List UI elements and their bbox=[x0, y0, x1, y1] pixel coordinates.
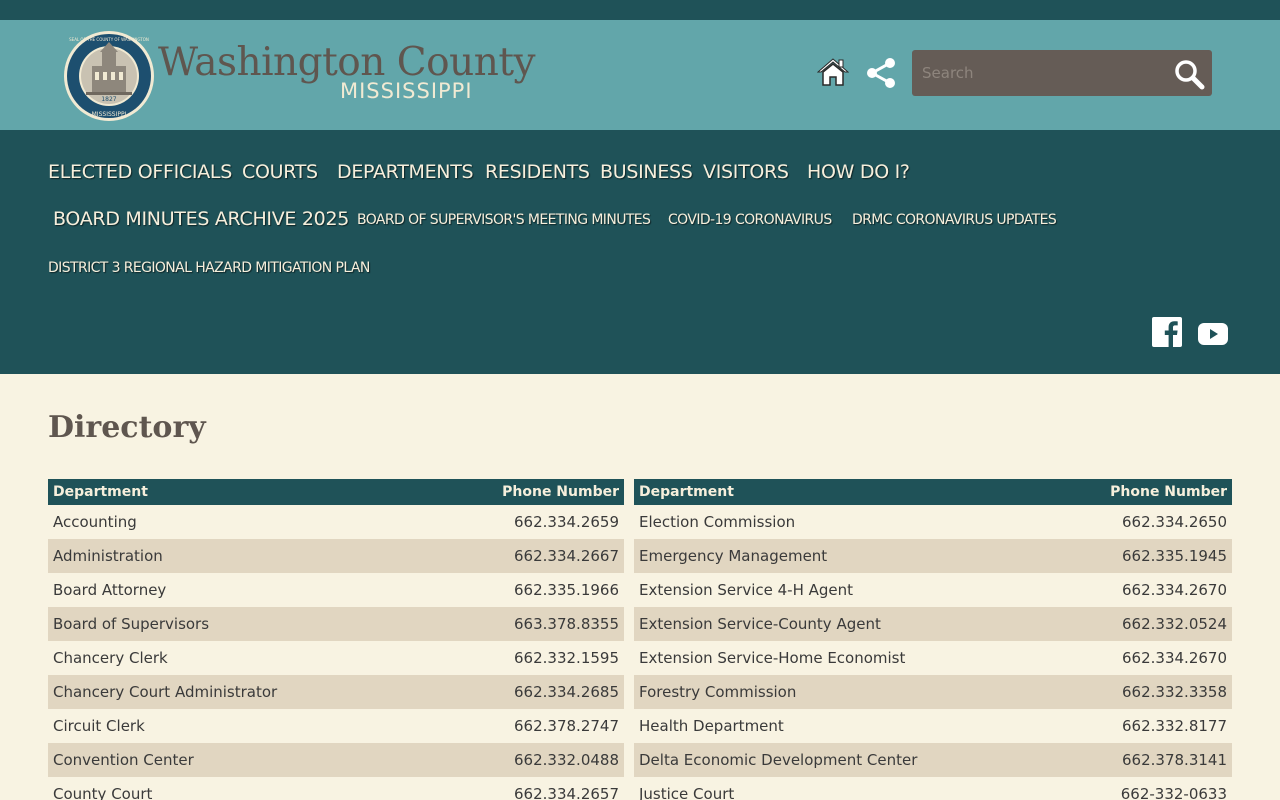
column-header-department: Department bbox=[634, 479, 1034, 505]
table-row: Accounting 662.334.2659 bbox=[48, 505, 624, 539]
department-cell: Board of Supervisors bbox=[48, 607, 428, 641]
county-seal-logo[interactable]: 1827 MISSISSIPPI SEAL OF THE COUNTY OF W… bbox=[62, 30, 156, 122]
nav-item-hazard-mitigation-plan[interactable]: DISTRICT 3 REGIONAL HAZARD MITIGATION PL… bbox=[48, 260, 370, 276]
nav-item-residents[interactable]: RESIDENTS bbox=[485, 161, 590, 183]
department-cell: Chancery Clerk bbox=[53, 649, 168, 667]
share-icon[interactable] bbox=[864, 56, 898, 90]
table-row: Convention Center 662.332.0488 bbox=[48, 743, 624, 777]
table-row: County Court 662.334.2657 bbox=[48, 777, 624, 800]
department-cell: County Court bbox=[53, 785, 153, 800]
table-row: Emergency Management 662.335.1945 bbox=[634, 539, 1232, 573]
department-cell: Accounting bbox=[53, 513, 137, 531]
table-row: Extension Service-County Agent 662.332.05… bbox=[634, 607, 1232, 641]
nav-item-how-do-i[interactable]: HOW DO I? bbox=[807, 161, 910, 183]
phone-cell[interactable]: 662.332.0524 bbox=[1034, 607, 1232, 641]
phone-cell[interactable]: 662.334.2670 bbox=[1034, 641, 1232, 675]
table-row: Administration 662.334.2667 bbox=[48, 539, 624, 573]
nav-item-board-minutes-archive[interactable]: BOARD MINUTES ARCHIVE 2025 bbox=[53, 208, 349, 230]
table-row: Extension Service-Home Economist 662.334.… bbox=[634, 641, 1232, 675]
search-bar bbox=[912, 50, 1212, 96]
top-strip bbox=[0, 0, 1280, 20]
main-nav: ELECTED OFFICIALS COURTS DEPARTMENTS RES… bbox=[0, 130, 1280, 374]
department-cell: Election Commission bbox=[639, 513, 796, 531]
nav-item-departments[interactable]: DEPARTMENTS bbox=[337, 161, 474, 183]
phone-cell[interactable]: 662.334.2685 bbox=[428, 675, 624, 709]
department-cell: Convention Center bbox=[48, 743, 428, 777]
directory-table-left: Department Phone Number Accounting 662.33… bbox=[48, 479, 624, 800]
table-row: Justice Court 662-332-0633 bbox=[634, 777, 1232, 800]
department-cell: Administration bbox=[48, 539, 428, 573]
page-title: Directory bbox=[48, 410, 206, 445]
table-row: Circuit Clerk 662.378.2747 bbox=[48, 709, 624, 743]
table-header-row: Department Phone Number bbox=[634, 479, 1232, 505]
department-cell: Extension Service-County Agent bbox=[634, 607, 1034, 641]
phone-cell[interactable]: 662.334.2667 bbox=[428, 539, 624, 573]
nav-item-covid-19[interactable]: COVID-19 CORONAVIRUS bbox=[668, 212, 832, 228]
department-cell: Forestry Commission bbox=[634, 675, 1034, 709]
nav-item-elected-officials[interactable]: ELECTED OFFICIALS bbox=[48, 161, 232, 183]
phone-cell[interactable]: 662.332.8177 bbox=[1034, 709, 1232, 743]
search-input[interactable] bbox=[912, 50, 1168, 96]
seal-ring-text: SEAL OF THE COUNTY OF WASHINGTON bbox=[69, 37, 149, 42]
table-row: Chancery Court Administrator 662.334.2685 bbox=[48, 675, 624, 709]
table-row: Chancery Clerk 662.332.1595 bbox=[48, 641, 624, 675]
department-cell: Emergency Management bbox=[634, 539, 1034, 573]
department-cell: Delta Economic Development Center bbox=[634, 743, 1034, 777]
directory-table-right: Department Phone Number Election Commiss… bbox=[634, 479, 1232, 800]
column-header-phone: Phone Number bbox=[1034, 479, 1232, 505]
facebook-icon[interactable] bbox=[1151, 316, 1183, 348]
column-header-department: Department bbox=[48, 479, 428, 505]
phone-cell[interactable]: 662.335.1966 bbox=[428, 573, 624, 607]
nav-item-business[interactable]: BUSINESS bbox=[600, 161, 693, 183]
department-cell: Extension Service-Home Economist bbox=[639, 649, 906, 667]
nav-item-visitors[interactable]: VISITORS bbox=[703, 161, 789, 183]
table-row: Board Attorney 662.335.1966 bbox=[48, 573, 624, 607]
youtube-icon[interactable] bbox=[1197, 318, 1229, 350]
table-row: Board of Supervisors 663.378.8355 bbox=[48, 607, 624, 641]
site-subtitle: MISSISSIPPI bbox=[340, 79, 473, 103]
phone-cell[interactable]: 662.378.2747 bbox=[428, 709, 624, 743]
phone-cell[interactable]: 662.334.2659 bbox=[428, 505, 624, 539]
department-cell: Circuit Clerk bbox=[53, 717, 145, 735]
table-row: Forestry Commission 662.332.3358 bbox=[634, 675, 1232, 709]
nav-item-board-meeting-minutes[interactable]: BOARD OF SUPERVISOR'S MEETING MINUTES bbox=[357, 212, 651, 228]
department-cell: Chancery Court Administrator bbox=[48, 675, 428, 709]
phone-cell[interactable]: 662.332.0488 bbox=[428, 743, 624, 777]
seal-year: 1827 bbox=[101, 96, 116, 103]
nav-item-courts[interactable]: COURTS bbox=[242, 161, 318, 183]
phone-cell[interactable]: 662.334.2657 bbox=[428, 777, 624, 800]
department-cell: Health Department bbox=[639, 717, 784, 735]
phone-cell[interactable]: 663.378.8355 bbox=[428, 607, 624, 641]
nav-item-drmc-updates[interactable]: DRMC CORONAVIRUS UPDATES bbox=[852, 212, 1057, 228]
phone-cell[interactable]: 662-332-0633 bbox=[1034, 777, 1232, 800]
phone-cell[interactable]: 662.334.2670 bbox=[1034, 573, 1232, 607]
department-cell: Extension Service 4-H Agent bbox=[639, 581, 854, 599]
phone-cell[interactable]: 662.332.3358 bbox=[1034, 675, 1232, 709]
column-header-phone: Phone Number bbox=[428, 479, 624, 505]
table-row: Extension Service 4-H Agent 662.334.2670 bbox=[634, 573, 1232, 607]
table-row: Election Commission 662.334.2650 bbox=[634, 505, 1232, 539]
phone-cell[interactable]: 662.378.3141 bbox=[1034, 743, 1232, 777]
table-header-row: Department Phone Number bbox=[48, 479, 624, 505]
home-icon[interactable] bbox=[817, 57, 849, 87]
department-cell: Board Attorney bbox=[53, 581, 167, 599]
phone-cell[interactable]: 662.334.2650 bbox=[1034, 505, 1232, 539]
department-cell: Justice Court bbox=[639, 785, 735, 800]
phone-cell[interactable]: 662.332.1595 bbox=[428, 641, 624, 675]
phone-cell[interactable]: 662.335.1945 bbox=[1034, 539, 1232, 573]
seal-state: MISSISSIPPI bbox=[92, 111, 127, 118]
table-row: Delta Economic Development Center 662.378… bbox=[634, 743, 1232, 777]
table-row: Health Department 662.332.8177 bbox=[634, 709, 1232, 743]
search-icon[interactable] bbox=[1172, 57, 1206, 91]
